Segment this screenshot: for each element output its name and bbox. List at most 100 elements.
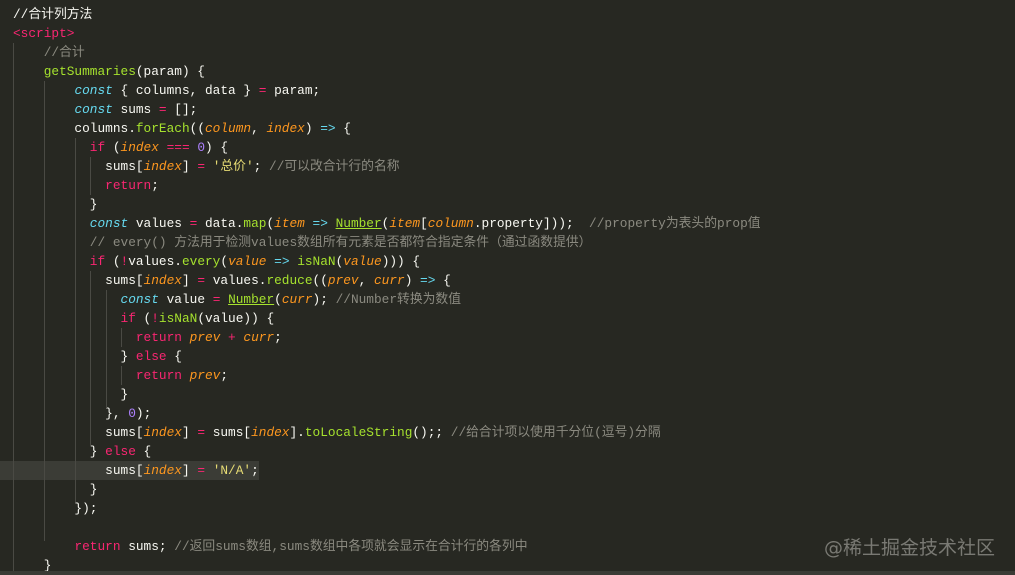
code-line[interactable]: return prev; [0, 366, 1015, 385]
indent-guide [44, 81, 45, 541]
code-text: columns. [13, 121, 136, 136]
code-line[interactable]: sums[index] = values.reduce((prev, curr)… [0, 271, 1015, 290]
horizontal-scrollbar[interactable] [0, 571, 1015, 575]
function-name: Number [335, 216, 382, 231]
storage-keyword: const [120, 292, 159, 307]
keyword: if [89, 140, 106, 155]
code-text: ; [220, 368, 229, 383]
keyword: return [105, 178, 152, 193]
code-text: (( [312, 273, 328, 288]
storage-keyword: const [89, 216, 129, 231]
code-editor[interactable]: //合计列方法 <script> //合计 getSummaries(param)… [0, 5, 1015, 575]
code-text: , [358, 273, 374, 288]
code-text: sums; [120, 539, 175, 554]
code-line[interactable]: //合计列方法 [0, 5, 1015, 24]
code-line[interactable]: // every() 方法用于检测values数组所有元素是否都符合指定条件（通… [0, 233, 1015, 252]
code-comment: //property为表头的prop值 [589, 216, 761, 231]
code-line[interactable]: if (index === 0) { [0, 138, 1015, 157]
code-line[interactable]: sums[index] = sums[index].toLocaleString… [0, 423, 1015, 442]
code-line[interactable]: }, 0); [0, 404, 1015, 423]
code-line[interactable]: <script> [0, 24, 1015, 43]
function-name: isNaN [297, 254, 336, 269]
keyword: return [74, 539, 121, 554]
code-comment: //可以改合计行的名称 [269, 159, 400, 174]
code-text: { [404, 254, 421, 269]
code-line[interactable]: //合计 [0, 43, 1015, 62]
code-text: data. [197, 216, 244, 231]
indent-guide [13, 43, 14, 571]
code-line[interactable]: const { columns, data } = param; [0, 81, 1015, 100]
code-text: (( [189, 121, 205, 136]
code-text: { [135, 444, 152, 459]
function-name: every [181, 254, 221, 269]
code-text: sums[ [13, 273, 144, 288]
code-line[interactable]: } else { [0, 442, 1015, 461]
code-line[interactable]: if (!values.every(value => isNaN(value))… [0, 252, 1015, 271]
code-text: ; [274, 330, 282, 345]
code-text: (param) { [135, 64, 205, 79]
storage-keyword: => [274, 254, 290, 269]
parameter: curr [281, 292, 313, 307]
code-text: ; [253, 159, 270, 174]
code-line[interactable]: getSummaries(param) { [0, 62, 1015, 81]
operator: = [158, 102, 167, 117]
code-line[interactable]: return prev + curr; [0, 328, 1015, 347]
code-text: }, [13, 406, 129, 421]
operator: = [197, 273, 206, 288]
code-text: param; [266, 83, 321, 98]
indent-guide [75, 138, 76, 502]
watermark: @稀土掘金技术社区 [823, 537, 995, 559]
parameter: prev [327, 273, 359, 288]
code-text: ) [404, 273, 421, 288]
code-line[interactable]: } [0, 195, 1015, 214]
number-literal: 0 [197, 140, 206, 155]
code-line[interactable]: const values = data.map(item => Number(i… [0, 214, 1015, 233]
code-line[interactable]: sums[index] = '总价'; //可以改合计行的名称 [0, 157, 1015, 176]
string-literal: 'N/A' [212, 463, 252, 478]
code-line[interactable]: } [0, 480, 1015, 499]
indent-guide [90, 157, 91, 195]
operator: = [197, 463, 206, 478]
code-line[interactable]: const sums = []; [0, 100, 1015, 119]
code-text: []; [166, 102, 198, 117]
code-line[interactable]: return; [0, 176, 1015, 195]
code-comment: //返回sums数组,sums数组中各项就会显示在合计行的各列中 [174, 539, 528, 554]
code-text: sums[ [13, 159, 144, 174]
code-line-current[interactable]: sums[index] = 'N/A'; [0, 461, 259, 480]
indent-guide [121, 328, 122, 347]
indent-guide [121, 366, 122, 385]
code-text: value [158, 292, 213, 307]
parameter: curr [243, 330, 275, 345]
parameter: value [343, 254, 382, 269]
code-line[interactable]: } [0, 385, 1015, 404]
code-text: ] [181, 159, 198, 174]
code-line[interactable]: if (!isNaN(value)) { [0, 309, 1015, 328]
code-line[interactable]: const value = Number(curr); //Number转换为数… [0, 290, 1015, 309]
parameter: item [274, 216, 305, 231]
code-text: ))) [381, 254, 405, 269]
keyword: if [120, 311, 136, 326]
code-text: ] [181, 463, 198, 478]
code-line[interactable]: }); [0, 499, 1015, 518]
code-text: } [13, 197, 98, 212]
code-line[interactable]: } else { [0, 347, 1015, 366]
code-line[interactable]: columns.forEach((column, index) => { [0, 119, 1015, 138]
code-text: values. [128, 254, 182, 269]
code-text: } [13, 444, 106, 459]
function-name: getSummaries [43, 64, 136, 79]
code-text: ; [151, 178, 159, 193]
keyword: else [105, 444, 136, 459]
storage-keyword: => [320, 121, 336, 136]
code-text: ; [251, 463, 259, 478]
indent-guide [106, 290, 107, 408]
